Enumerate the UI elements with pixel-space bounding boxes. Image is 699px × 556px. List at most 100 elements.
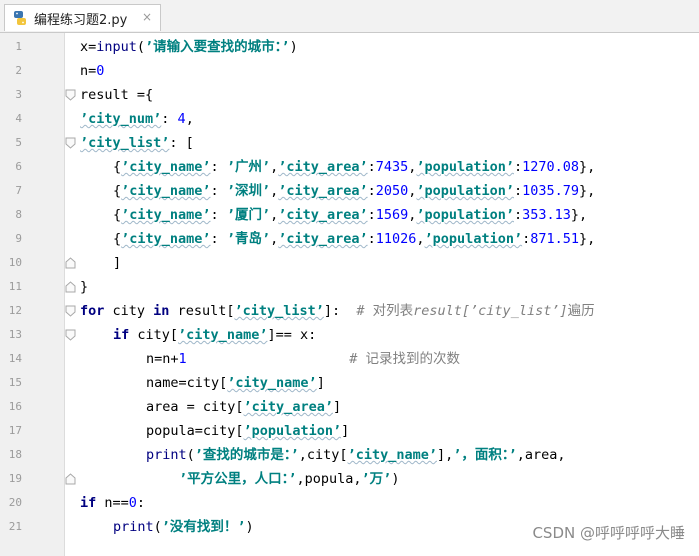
code-token: }, (579, 231, 596, 247)
code-line[interactable]: 12 for city in result[’city_list’]: # 对列表… (0, 299, 699, 323)
editor-tab-bar: 编程练习题2.py × (0, 0, 699, 33)
code-line[interactable]: 5 ’city_list’: [ (0, 131, 699, 155)
fold-close-icon[interactable] (65, 473, 76, 485)
code-token: ’没有找到！’ (161, 519, 246, 535)
code-token: ’city_name’ (227, 375, 317, 391)
file-tab[interactable]: 编程练习题2.py × (4, 4, 161, 31)
code-text: ’平方公里，人口：’,popula,’万’) (179, 467, 399, 491)
fold-open-icon[interactable] (65, 329, 76, 341)
fold-close-icon[interactable] (65, 281, 76, 293)
line-number: 6 (15, 160, 22, 173)
code-token: 1270.08 (522, 159, 580, 175)
watermark: CSDN @呼呼呼呼大睡 (532, 524, 685, 542)
code-token: : (161, 111, 178, 127)
code-line[interactable]: 1 x=input(’请输入要查找的城市：’) (0, 35, 699, 59)
fold-close-icon[interactable] (65, 257, 76, 269)
code-text: result ={ (80, 83, 153, 107)
code-line[interactable]: 11} (0, 275, 699, 299)
code-token: : [ (169, 135, 194, 151)
code-token: ’city_list’ (80, 135, 170, 151)
code-line[interactable]: 13 if city[’city_name’]== x: (0, 323, 699, 347)
code-token: ( (136, 39, 146, 55)
code-token: ’city_area’ (243, 399, 333, 415)
code-token: { (113, 207, 122, 223)
code-line[interactable]: 6 {’city_name’: ’广州’,’city_area’:7435,’po… (0, 155, 699, 179)
code-token: ’青岛’ (226, 231, 271, 247)
code-token: : (210, 159, 227, 175)
code-token: name=city[ (146, 375, 228, 391)
code-text: {’city_name’: ’广州’,’city_area’:7435,’pop… (113, 155, 595, 179)
code-token: ’查找的城市是：’ (194, 447, 299, 463)
code-line[interactable]: 10] (0, 251, 699, 275)
code-line[interactable]: 3 result ={ (0, 83, 699, 107)
code-token: if (80, 495, 97, 511)
code-token: popula=city[ (146, 423, 244, 439)
code-line[interactable]: 2 n=0 (0, 59, 699, 83)
code-token: , (270, 159, 279, 175)
code-token: area = city[ (146, 399, 244, 415)
code-token: : (210, 183, 227, 199)
code-token: : (210, 231, 227, 247)
code-token: ’，面积：’ (453, 447, 517, 463)
code-token: { (113, 183, 122, 199)
fold-open-icon[interactable] (65, 89, 76, 101)
code-line[interactable]: 17 popula=city[’population’] (0, 419, 699, 443)
code-token: : (136, 495, 146, 511)
code-line[interactable]: 7 {’city_name’: ’深圳’,’city_area’:2050,’po… (0, 179, 699, 203)
code-line[interactable]: 4’city_num’: 4, (0, 107, 699, 131)
code-token: : (522, 231, 531, 247)
line-number: 7 (15, 184, 22, 197)
code-token: result[’city_list’] (413, 303, 568, 319)
code-text: name=city[’city_name’] (146, 371, 325, 395)
code-token: 871.51 (530, 231, 580, 247)
code-token: ’city_name’ (347, 447, 437, 463)
code-token: , (270, 183, 279, 199)
code-token: ( (153, 519, 162, 535)
code-line[interactable]: 8 {’city_name’: ’厦门’,’city_area’:1569,’po… (0, 203, 699, 227)
code-token: ) (391, 471, 400, 487)
code-editor[interactable]: 1 x=input(’请输入要查找的城市：’) 2 n=0 3 result ={4’ci… (0, 33, 699, 556)
line-number: 16 (8, 400, 22, 413)
code-line[interactable]: 15 name=city[’city_name’] (0, 371, 699, 395)
code-token: ’population’ (243, 423, 342, 439)
code-token: print (146, 447, 187, 463)
code-token: ] (113, 255, 122, 271)
line-number: 12 (8, 304, 22, 317)
code-line[interactable]: 18 print(’查找的城市是：’,city[’city_name’],’，面积… (0, 443, 699, 467)
code-text: {’city_name’: ’深圳’,’city_area’:2050,’pop… (113, 179, 595, 203)
code-token: ’city_list’ (234, 303, 324, 319)
code-token: ] (332, 399, 342, 415)
close-icon[interactable]: × (142, 10, 152, 24)
code-token: ’平方公里，人口：’ (179, 471, 297, 487)
code-text: {’city_name’: ’厦门’,’city_area’:1569,’pop… (113, 203, 587, 227)
code-line[interactable]: 19 ’平方公里，人口：’,popula,’万’) (0, 467, 699, 491)
code-token: 7435 (375, 159, 409, 175)
code-token: ’厦门’ (226, 207, 271, 223)
code-token: result[ (169, 303, 235, 319)
line-number: 1 (15, 40, 22, 53)
code-token: ] (341, 423, 350, 439)
code-token: n== (96, 495, 129, 511)
code-token: ’city_num’ (80, 111, 162, 127)
code-token: # 对列表 (356, 303, 414, 319)
code-token: : (210, 207, 227, 223)
code-line[interactable]: 16 area = city[’city_area’] (0, 395, 699, 419)
code-token: ,popula, (296, 471, 362, 487)
fold-open-icon[interactable] (65, 137, 76, 149)
code-token: # 记录找到的次数 (349, 351, 460, 367)
line-number: 11 (8, 280, 22, 293)
code-text: popula=city[’population’] (146, 419, 349, 443)
line-number: 19 (8, 472, 22, 485)
line-number: 9 (15, 232, 22, 245)
code-line[interactable]: 14 n=n+1 # 记录找到的次数 (0, 347, 699, 371)
fold-open-icon[interactable] (65, 305, 76, 317)
code-line[interactable]: 9 {’city_name’: ’青岛’,’city_area’:11026,’p… (0, 227, 699, 251)
code-token: ’city_area’ (278, 207, 368, 223)
code-token: : (367, 231, 376, 247)
code-token: ’city_name’ (121, 183, 211, 199)
code-token: ( (186, 447, 195, 463)
line-number: 10 (8, 256, 22, 269)
code-line[interactable]: 20 if n==0: (0, 491, 699, 515)
code-token: input (96, 39, 137, 55)
